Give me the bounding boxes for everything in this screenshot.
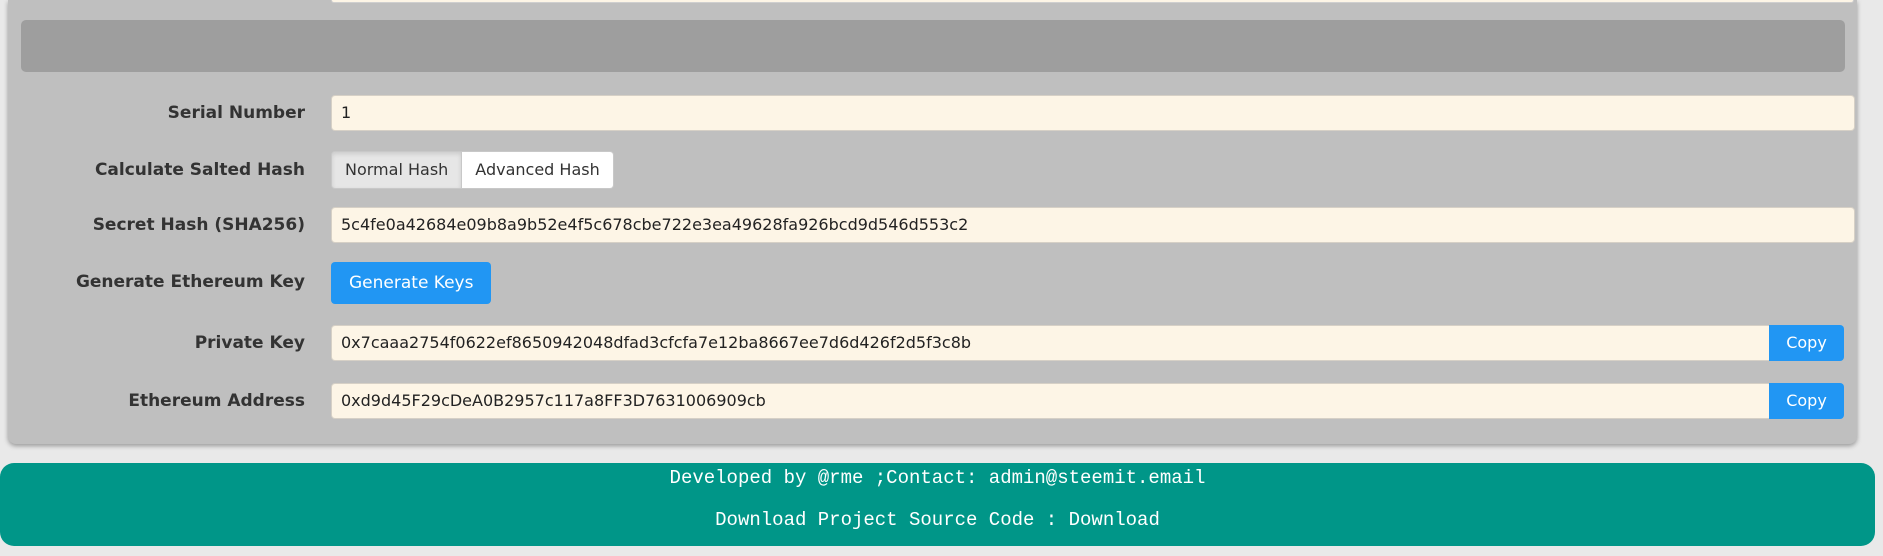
download-prefix: Download Project Source Code : xyxy=(715,509,1069,531)
ethereum-address-label: Ethereum Address xyxy=(128,391,305,411)
private-key-label: Private Key xyxy=(194,333,305,353)
download-link[interactable]: Download xyxy=(1069,509,1160,531)
serial-number-input[interactable]: 1 xyxy=(331,95,1855,131)
previous-input-edge xyxy=(331,0,1854,3)
private-key-input[interactable]: 0x7caaa2754f0622ef8650942048dfad3cfcfa7e… xyxy=(331,325,1770,361)
copy-private-key-button[interactable]: Copy xyxy=(1769,325,1844,361)
section-header-bar xyxy=(21,20,1845,72)
hash-type-toggle: Normal Hash Advanced Hash xyxy=(331,151,614,189)
footer: Developed by @rme ;Contact: admin@steemi… xyxy=(0,463,1875,546)
secret-hash-input[interactable]: 5c4fe0a42684e09b8a9b52e4f5c678cbe722e3ea… xyxy=(331,207,1855,243)
secret-hash-row: Secret Hash (SHA256) 5c4fe0a42684e09b8a9… xyxy=(8,205,1857,245)
ethereum-address-input[interactable]: 0xd9d45F29cDeA0B2957c117a8FF3D7631006909… xyxy=(331,383,1770,419)
generate-keys-button[interactable]: Generate Keys xyxy=(331,262,492,304)
download-line: Download Project Source Code : Download xyxy=(0,509,1875,531)
salted-hash-row: Calculate Salted Hash Normal Hash Advanc… xyxy=(8,150,1857,190)
serial-number-label: Serial Number xyxy=(167,103,305,123)
private-key-row: Private Key 0x7caaa2754f0622ef8650942048… xyxy=(8,323,1857,363)
developer-credit: Developed by @rme ;Contact: admin@steemi… xyxy=(669,467,1206,489)
ethereum-address-row: Ethereum Address 0xd9d45F29cDeA0B2957c11… xyxy=(8,381,1857,421)
salted-hash-label: Calculate Salted Hash xyxy=(94,160,305,180)
copy-ethereum-address-button[interactable]: Copy xyxy=(1769,383,1844,419)
normal-hash-button[interactable]: Normal Hash xyxy=(331,151,463,189)
secret-hash-label: Secret Hash (SHA256) xyxy=(92,215,305,235)
generate-key-row: Generate Ethereum Key Generate Keys xyxy=(8,262,1857,304)
key-generator-panel: Serial Number 1 Calculate Salted Hash No… xyxy=(8,0,1857,444)
serial-number-row: Serial Number 1 xyxy=(8,93,1857,133)
advanced-hash-button[interactable]: Advanced Hash xyxy=(462,151,614,189)
generate-key-label: Generate Ethereum Key xyxy=(75,272,305,292)
